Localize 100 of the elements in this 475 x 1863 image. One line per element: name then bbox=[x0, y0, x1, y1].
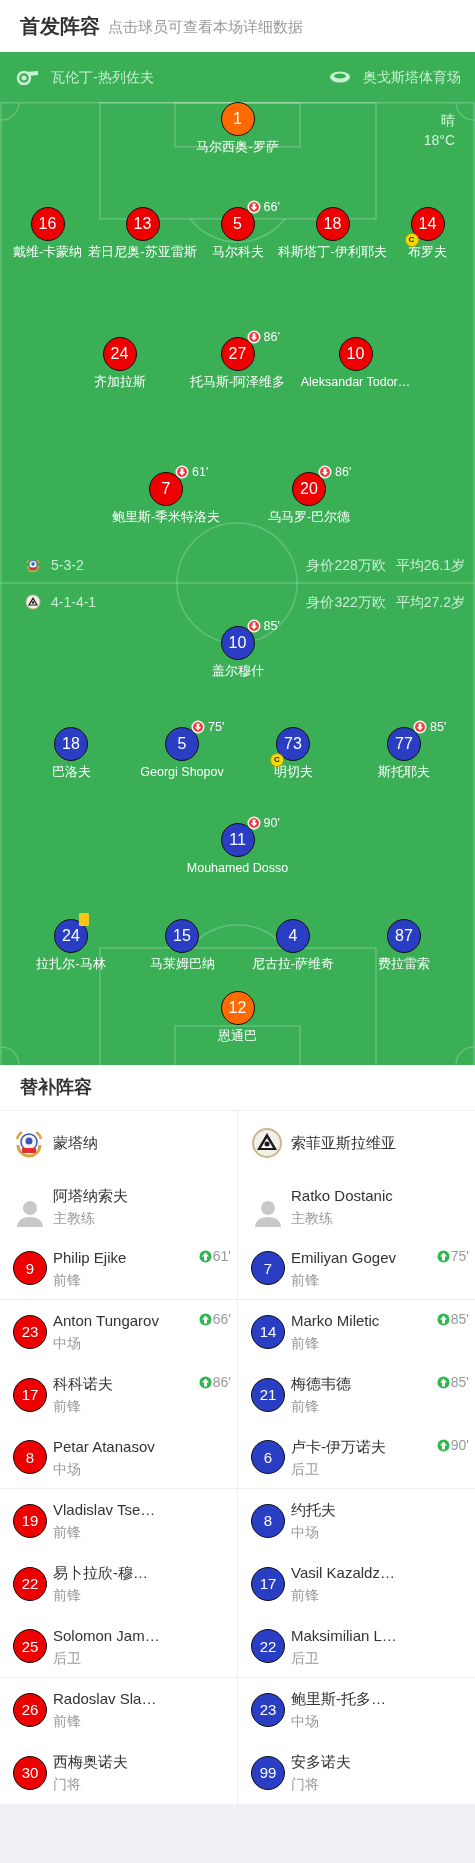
player-number-button[interactable]: 77 bbox=[387, 727, 421, 761]
player-row[interactable]: 7 Emiliyan Gogev 前锋 75' bbox=[238, 1237, 475, 1300]
player-number-button[interactable]: 23 bbox=[251, 1692, 285, 1727]
player-name: 卢卡-伊万诺夫 bbox=[291, 1436, 386, 1457]
substitution-time: 90' bbox=[450, 1436, 469, 1455]
player-name: 若日尼奥-苏亚雷斯 bbox=[88, 244, 197, 260]
player-number-button[interactable]: 9 bbox=[13, 1251, 47, 1285]
player-position: 后卫 bbox=[291, 1648, 320, 1667]
player-name: 马尔科夫 bbox=[211, 244, 264, 260]
player-number-button[interactable]: 4 bbox=[276, 919, 310, 953]
player-number-button[interactable]: 7 bbox=[251, 1251, 285, 1285]
substitution-out-icon bbox=[246, 200, 261, 214]
substitution-time: 85' bbox=[450, 1310, 469, 1329]
player-number-button[interactable]: 10 bbox=[220, 626, 255, 660]
player-number-button[interactable]: 87 bbox=[387, 919, 421, 953]
player-number-button[interactable]: 18 bbox=[54, 727, 88, 761]
player-number-button[interactable]: 24 bbox=[54, 919, 88, 953]
player-name: 齐加拉斯 bbox=[93, 374, 146, 390]
player-number-button[interactable]: 16 bbox=[30, 207, 65, 241]
player-position: 前锋 bbox=[53, 1712, 82, 1730]
player-position: 门将 bbox=[53, 1775, 82, 1793]
player-name: 鲍里斯-季米特洛夫 bbox=[111, 509, 221, 525]
player-number-button[interactable]: 19 bbox=[13, 1503, 47, 1538]
player-name: 西梅奥诺夫 bbox=[53, 1752, 128, 1772]
player-row[interactable]: 6 卢卡-伊万诺夫 后卫 90' bbox=[238, 1426, 475, 1489]
player-name: Maksimilian L… bbox=[291, 1625, 397, 1646]
player-name: Radoslav Sla… bbox=[53, 1689, 157, 1709]
player-name: 尼古拉-萨维奇 bbox=[251, 956, 335, 972]
player-name: Vasil Kazaldz… bbox=[291, 1563, 395, 1583]
player-position: 中场 bbox=[291, 1523, 320, 1541]
player-number-button[interactable]: 24 bbox=[102, 337, 137, 371]
player-name: 易卜拉欣-穆… bbox=[53, 1563, 148, 1583]
player-number-button[interactable]: 8 bbox=[13, 1440, 47, 1474]
player-name: 巴洛夫 bbox=[51, 764, 91, 780]
player-number-button[interactable]: 22 bbox=[13, 1566, 47, 1601]
player-name: 拉扎尔-马林 bbox=[36, 956, 106, 972]
substitution-time: 90' bbox=[263, 816, 280, 830]
player-row[interactable]: 8 约托夫 中场 bbox=[238, 1489, 475, 1552]
hint-text: 点击球员可查看本场详细数据 bbox=[108, 17, 303, 38]
player-position: 后卫 bbox=[53, 1648, 82, 1667]
player-number-button[interactable]: 15 bbox=[165, 919, 199, 953]
player-name: Mouhamed Dosso bbox=[186, 860, 289, 876]
substitution-time: 86' bbox=[335, 465, 352, 479]
player-position: 前锋 bbox=[53, 1397, 82, 1415]
player-number-button[interactable]: 5 bbox=[220, 207, 255, 241]
player-number-button[interactable]: 30 bbox=[13, 1755, 47, 1790]
substitution-time: 85' bbox=[450, 1373, 469, 1392]
player-number-button[interactable]: 5 bbox=[165, 727, 199, 761]
coach-name: 阿塔纳索夫 bbox=[53, 1185, 128, 1206]
player-name: Georgi Shopov bbox=[140, 764, 224, 780]
player-position: 前锋 bbox=[53, 1270, 82, 1289]
substitution-time: 75' bbox=[208, 720, 225, 734]
player-number-button[interactable]: 6 bbox=[251, 1440, 285, 1474]
player-position: 中场 bbox=[53, 1334, 82, 1352]
player-number-button[interactable]: 22 bbox=[251, 1629, 285, 1663]
player-number-button[interactable]: 10 bbox=[338, 337, 373, 371]
substitution-in-icon bbox=[436, 1313, 450, 1326]
team-value-text: 身价228万欧 bbox=[306, 555, 386, 575]
player-number-button[interactable]: 99 bbox=[251, 1755, 285, 1790]
player-row[interactable]: 8 Petar Atanasov 中场 bbox=[0, 1426, 238, 1489]
player-number-button[interactable]: 11 bbox=[220, 823, 255, 857]
player-position: 前锋 bbox=[291, 1586, 320, 1604]
player-number-button[interactable]: 8 bbox=[251, 1503, 285, 1538]
player-position: 后卫 bbox=[291, 1459, 320, 1478]
player-name: Emiliyan Gogev bbox=[291, 1247, 397, 1268]
substitution-time: 86' bbox=[212, 1373, 231, 1392]
player-row[interactable]: 9 Philip Ejike 前锋 61' bbox=[0, 1237, 238, 1300]
player-name: 费拉雷索 bbox=[378, 956, 430, 972]
player-name: 布罗夫 bbox=[408, 244, 447, 260]
player-number-button[interactable]: 7 bbox=[149, 472, 183, 506]
substitution-in-icon bbox=[198, 1376, 212, 1389]
temperature-text: 18°C bbox=[423, 131, 455, 150]
player-number-button[interactable]: 13 bbox=[125, 207, 160, 241]
substitution-in-icon bbox=[198, 1250, 212, 1263]
player-name: 托马斯-阿泽维多 bbox=[189, 374, 286, 390]
captain-badge: C bbox=[404, 233, 419, 247]
player-position: 前锋 bbox=[53, 1523, 82, 1541]
player-number-button[interactable]: 14 bbox=[251, 1314, 285, 1349]
player-number-button[interactable]: 27 bbox=[220, 337, 255, 371]
player-name: 约托夫 bbox=[291, 1500, 336, 1520]
coach-role: 主教练 bbox=[53, 1208, 96, 1227]
player-number-button[interactable]: 18 bbox=[315, 207, 350, 241]
substitution-out-icon bbox=[246, 816, 261, 830]
player-name: 安多诺夫 bbox=[291, 1752, 351, 1772]
substitution-time: 85' bbox=[430, 720, 447, 734]
player-number-button[interactable]: 17 bbox=[13, 1377, 47, 1412]
substitution-time: 61' bbox=[212, 1247, 231, 1266]
coach-name: Ratko Dostanic bbox=[291, 1185, 393, 1206]
player-number-button[interactable]: 20 bbox=[292, 472, 326, 506]
player-number-button[interactable]: 21 bbox=[251, 1377, 285, 1412]
player-number-button[interactable]: 17 bbox=[251, 1566, 285, 1601]
player-name: 戴维-卡蒙纳 bbox=[12, 244, 83, 260]
player-number-button[interactable]: 26 bbox=[13, 1692, 47, 1727]
substitution-time: 61' bbox=[192, 465, 209, 479]
substitution-time: 86' bbox=[263, 330, 280, 344]
player-number-button[interactable]: 25 bbox=[13, 1629, 47, 1663]
team-value-text: 身价322万欧 bbox=[306, 592, 386, 612]
player-name: 明切夫 bbox=[273, 764, 313, 780]
team-crest-icon bbox=[25, 594, 41, 610]
player-number-button[interactable]: 23 bbox=[13, 1314, 47, 1349]
